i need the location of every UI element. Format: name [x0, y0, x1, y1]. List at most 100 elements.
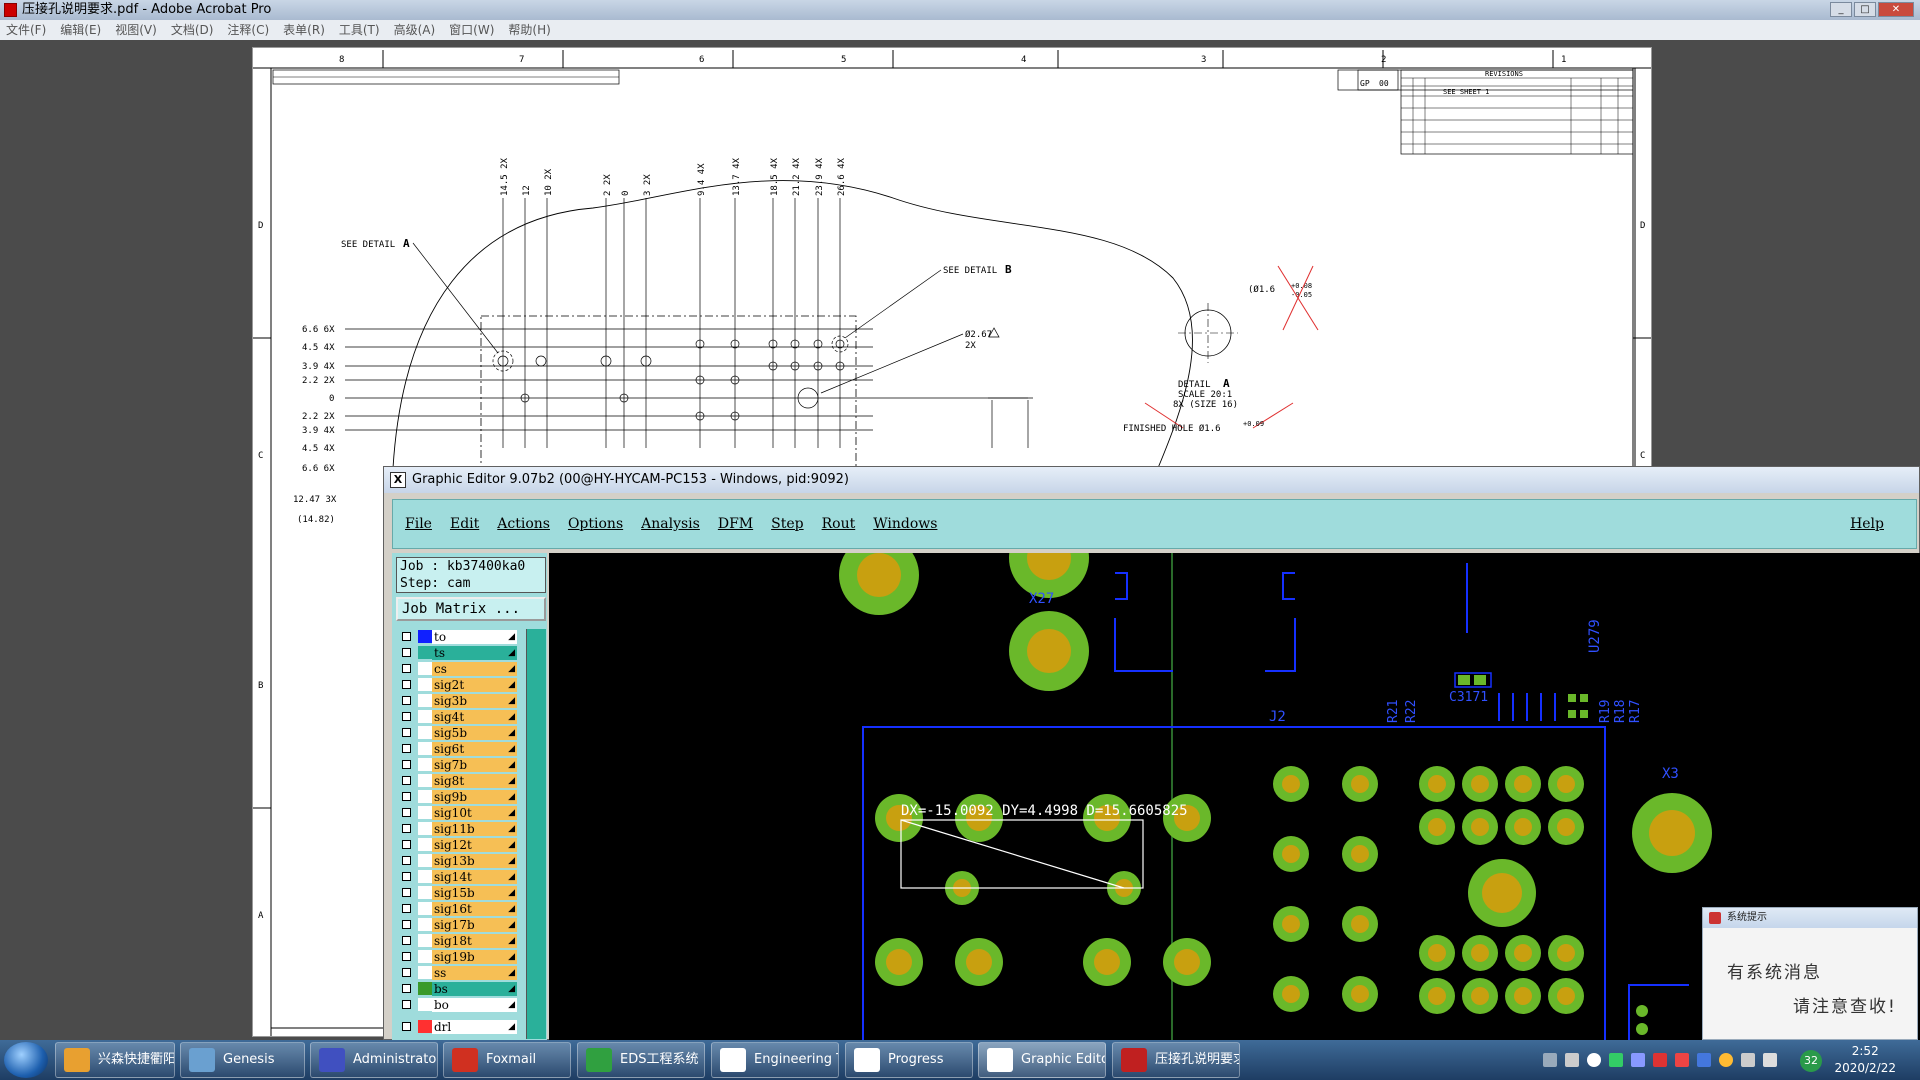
layer-row[interactable]: ts ◢: [396, 645, 524, 661]
graphic-editor-titlebar[interactable]: X Graphic Editor 9.07b2 (00@HY-HYCAM-PC1…: [384, 467, 1919, 493]
tray-display-icon[interactable]: [1741, 1053, 1755, 1067]
layer-checkbox[interactable]: [402, 968, 411, 977]
layer-row[interactable]: sig18t ◢: [396, 933, 524, 949]
layer-name[interactable]: sig16t ◢: [432, 902, 517, 916]
tray-share-icon[interactable]: [1631, 1053, 1645, 1067]
menu-forms[interactable]: 表单(R): [283, 20, 325, 40]
layer-row[interactable]: sig16t ◢: [396, 901, 524, 917]
tray-network-icon[interactable]: [1697, 1053, 1711, 1067]
tray-qq-icon[interactable]: [1719, 1053, 1733, 1067]
taskbar-item[interactable]: Graphic Editor 9...: [978, 1042, 1106, 1078]
layer-name[interactable]: bo ◢: [432, 998, 517, 1012]
layer-row[interactable]: sig7b ◢: [396, 757, 524, 773]
layer-name[interactable]: sig15b ◢: [432, 886, 517, 900]
menu-analysis[interactable]: Analysis: [641, 516, 700, 532]
layer-name[interactable]: sig12t ◢: [432, 838, 517, 852]
layer-name[interactable]: sig6t ◢: [432, 742, 517, 756]
layer-name[interactable]: to ◢: [432, 630, 517, 644]
menu-file[interactable]: File: [405, 516, 432, 532]
layer-checkbox[interactable]: [402, 728, 411, 737]
layer-row[interactable]: sig3b ◢: [396, 693, 524, 709]
menu-comments[interactable]: 注释(C): [227, 20, 269, 40]
layer-checkbox[interactable]: [402, 888, 411, 897]
notification-bell-icon[interactable]: [1587, 1053, 1601, 1067]
layer-name[interactable]: sig9b ◢: [432, 790, 517, 804]
menu-help[interactable]: Help: [1850, 516, 1884, 532]
layer-row[interactable]: sig9b ◢: [396, 789, 524, 805]
layer-scrollbar[interactable]: [526, 629, 546, 1039]
menu-edit[interactable]: Edit: [450, 516, 479, 532]
layer-row[interactable]: cs ◢: [396, 661, 524, 677]
layer-row[interactable]: sig14t ◢: [396, 869, 524, 885]
taskbar-item[interactable]: EDS工程系统: [577, 1042, 705, 1078]
layer-row[interactable]: sig11b ◢: [396, 821, 524, 837]
menu-windows[interactable]: Windows: [873, 516, 937, 532]
layer-name[interactable]: sig18t ◢: [432, 934, 517, 948]
layer-row[interactable]: sig15b ◢: [396, 885, 524, 901]
menu-help[interactable]: 帮助(H): [508, 20, 550, 40]
layer-name[interactable]: sig4t ◢: [432, 710, 517, 724]
layer-row[interactable]: sig13b ◢: [396, 853, 524, 869]
layer-name[interactable]: sig10t ◢: [432, 806, 517, 820]
layer-name[interactable]: sig14t ◢: [432, 870, 517, 884]
layer-name[interactable]: sig2t ◢: [432, 678, 517, 692]
system-notification[interactable]: 系统提示 有系统消息 请注意查收!: [1702, 907, 1918, 1040]
layer-row[interactable]: sig8t ◢: [396, 773, 524, 789]
layer-name[interactable]: sig11b ◢: [432, 822, 517, 836]
tray-badge[interactable]: 32: [1800, 1050, 1822, 1072]
layer-checkbox[interactable]: [402, 792, 411, 801]
layer-name[interactable]: sig13b ◢: [432, 854, 517, 868]
layer-checkbox[interactable]: [402, 904, 411, 913]
layer-checkbox[interactable]: [402, 936, 411, 945]
layer-checkbox[interactable]: [402, 1022, 411, 1031]
menu-tools[interactable]: 工具(T): [339, 20, 380, 40]
volume-icon[interactable]: [1763, 1053, 1777, 1067]
taskbar-item[interactable]: Foxmail: [443, 1042, 571, 1078]
start-button[interactable]: [4, 1042, 48, 1078]
layer-name[interactable]: sig17b ◢: [432, 918, 517, 932]
minimize-button[interactable]: _: [1830, 2, 1852, 17]
layer-checkbox[interactable]: [402, 824, 411, 833]
tray-app-icon[interactable]: [1565, 1053, 1579, 1067]
close-button[interactable]: ✕: [1878, 2, 1914, 17]
layer-row[interactable]: bo ◢: [396, 997, 524, 1013]
menu-options[interactable]: Options: [568, 516, 623, 532]
menu-window[interactable]: 窗口(W): [449, 20, 494, 40]
layer-checkbox[interactable]: [402, 680, 411, 689]
layer-checkbox[interactable]: [402, 696, 411, 705]
layer-name[interactable]: sig19b ◢: [432, 950, 517, 964]
layer-name[interactable]: ss ◢: [432, 966, 517, 980]
layer-name[interactable]: sig5b ◢: [432, 726, 517, 740]
tray-acrobat-icon[interactable]: [1653, 1053, 1667, 1067]
menu-edit[interactable]: 编辑(E): [60, 20, 101, 40]
menu-view[interactable]: 视图(V): [115, 20, 157, 40]
taskbar-item[interactable]: Engineering To...: [711, 1042, 839, 1078]
layer-name[interactable]: cs ◢: [432, 662, 517, 676]
layer-name[interactable]: drl ◢: [432, 1020, 517, 1034]
layer-row[interactable]: bs ◢: [396, 981, 524, 997]
taskbar-item[interactable]: Administrator^ ...: [310, 1042, 438, 1078]
maximize-button[interactable]: □: [1854, 2, 1876, 17]
layer-checkbox[interactable]: [402, 1000, 411, 1009]
layer-row[interactable]: sig12t ◢: [396, 837, 524, 853]
layer-name[interactable]: bs ◢: [432, 982, 517, 996]
layer-row[interactable]: sig10t ◢: [396, 805, 524, 821]
menu-advanced[interactable]: 高级(A): [394, 20, 436, 40]
layer-checkbox[interactable]: [402, 744, 411, 753]
layer-row[interactable]: sig2t ◢: [396, 677, 524, 693]
menu-rout[interactable]: Rout: [822, 516, 856, 532]
layer-row[interactable]: ss ◢: [396, 965, 524, 981]
layer-name[interactable]: ts ◢: [432, 646, 517, 660]
layer-row[interactable]: sig4t ◢: [396, 709, 524, 725]
menu-document[interactable]: 文档(D): [171, 20, 214, 40]
layer-checkbox[interactable]: [402, 920, 411, 929]
layer-checkbox[interactable]: [402, 776, 411, 785]
layer-name[interactable]: sig7b ◢: [432, 758, 517, 772]
layer-row[interactable]: to ◢: [396, 629, 524, 645]
clock[interactable]: 2:52 2020/2/22: [1834, 1043, 1896, 1077]
layer-row[interactable]: sig19b ◢: [396, 949, 524, 965]
layer-checkbox[interactable]: [402, 760, 411, 769]
layer-row[interactable]: sig17b ◢: [396, 917, 524, 933]
layer-checkbox[interactable]: [402, 856, 411, 865]
layer-checkbox[interactable]: [402, 808, 411, 817]
